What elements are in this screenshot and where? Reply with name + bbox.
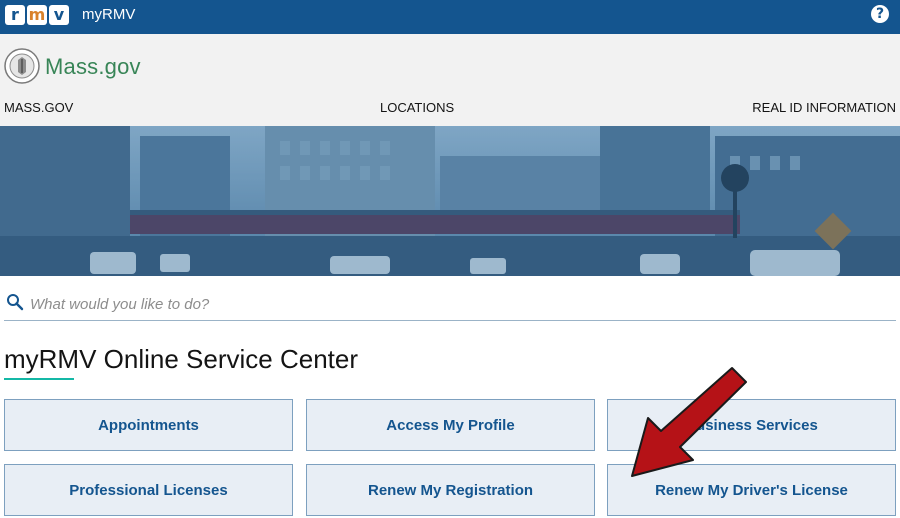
nav-locations[interactable]: LOCATIONS	[380, 100, 454, 115]
hero-banner	[0, 126, 900, 276]
access-my-profile-button[interactable]: Access My Profile	[306, 399, 595, 451]
nav-mass-gov[interactable]: MASS.GOV	[4, 100, 73, 115]
app-title[interactable]: myRMV	[82, 6, 135, 24]
renew-my-drivers-license-button[interactable]: Renew My Driver's License	[607, 464, 896, 516]
search-icon[interactable]	[6, 293, 24, 311]
mass-gov-title[interactable]: Mass.gov	[45, 54, 141, 80]
nav-real-id-information[interactable]: REAL ID INFORMATION	[752, 100, 896, 115]
top-bar: r m v myRMV ?	[0, 0, 900, 34]
search-input[interactable]	[30, 293, 730, 315]
logo-letter-r[interactable]: r	[5, 5, 25, 25]
title-underline	[4, 378, 74, 380]
state-seal-icon[interactable]	[4, 48, 40, 84]
logo-letter-v[interactable]: v	[49, 5, 69, 25]
search-bar	[4, 287, 896, 321]
page-title: myRMV Online Service Center	[4, 344, 358, 374]
professional-licenses-button[interactable]: Professional Licenses	[4, 464, 293, 516]
hero-city-image	[0, 126, 900, 276]
business-services-button[interactable]: Business Services	[607, 399, 896, 451]
appointments-button[interactable]: Appointments	[4, 399, 293, 451]
mass-header: Mass.gov MASS.GOV LOCATIONS REAL ID INFO…	[0, 34, 900, 126]
renew-my-registration-button[interactable]: Renew My Registration	[306, 464, 595, 516]
logo-letter-m[interactable]: m	[27, 5, 47, 25]
help-icon[interactable]: ?	[871, 5, 889, 23]
